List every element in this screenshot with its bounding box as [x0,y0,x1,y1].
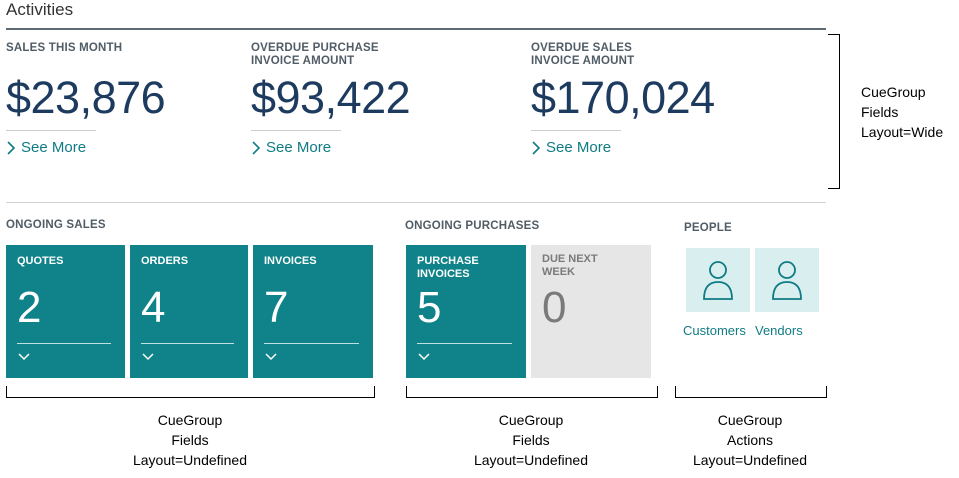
annotation-line: Fields [512,432,550,448]
tile-label: INVOICES [264,255,317,267]
title-divider [6,28,826,30]
tile-invoices[interactable]: INVOICES 7 [253,245,373,378]
tile-label: PURCHASE INVOICES [417,255,479,280]
ongoing-sales-label: ONGOING SALES [6,219,106,231]
people-bracket [675,386,827,398]
cue-label: SALES THIS MONTH [6,42,123,54]
people-label: PEOPLE [684,222,732,234]
purchases-annotation: CueGroup Fields Layout=Undefined [431,410,631,470]
annotation-line: Layout=Undefined [473,452,589,468]
see-more-label: See More [266,139,332,156]
customers-action-tile[interactable] [686,248,750,312]
ongoing-purchases-label: ONGOING PURCHASES [405,220,540,232]
tile-value: 5 [417,283,442,332]
annotation-line: CueGroup [157,412,223,428]
person-icon [772,261,802,300]
annotation-line: Layout=Undefined [692,452,808,468]
cue-label: OVERDUE PURCHASE INVOICE AMOUNT [251,42,379,67]
tile-label: DUE NEXT WEEK [542,253,598,278]
chevron-down-icon[interactable] [418,353,430,361]
see-more-label: See More [21,139,87,156]
annotation-line: Actions [727,432,773,448]
person-icon [703,261,733,300]
see-more-label: See More [546,139,612,156]
page-title: Activities [6,0,74,19]
tile-value: 7 [264,283,289,332]
cue-divider [6,130,96,131]
wide-cue-overdue-sales: OVERDUE SALES INVOICE AMOUNT $170,024 Se… [531,42,811,156]
chevron-right-icon [252,140,261,155]
annotation-line: CueGroup [498,412,564,428]
wide-bracket [828,34,840,189]
see-more-link[interactable]: See More [531,139,811,156]
annotation-line: Layout=Undefined [132,452,248,468]
cue-label: OVERDUE SALES INVOICE AMOUNT [531,42,635,67]
tile-divider [17,343,111,344]
chevron-right-icon [7,140,16,155]
cue-value[interactable]: $93,422 [251,72,511,124]
cue-divider [251,130,341,131]
tile-divider [264,343,359,344]
wide-cue-sales-this-month: SALES THIS MONTH $23,876 See More [6,42,246,156]
customers-link[interactable]: Customers [683,323,746,338]
sales-bracket [6,386,375,398]
vendors-link[interactable]: Vendors [755,323,803,338]
tile-value: 4 [141,283,166,332]
see-more-link[interactable]: See More [6,139,246,156]
annotation-line: CueGroup [861,84,926,100]
tile-value: 0 [542,283,567,332]
chevron-down-icon[interactable] [18,353,30,361]
chevron-down-icon[interactable] [265,353,277,361]
people-annotation: CueGroup Actions Layout=Undefined [650,410,850,470]
see-more-link[interactable]: See More [251,139,511,156]
annotation-line: Layout=Wide [861,124,944,140]
tile-value: 2 [17,283,42,332]
cue-value[interactable]: $170,024 [531,72,811,124]
sales-annotation: CueGroup Fields Layout=Undefined [90,410,290,470]
annotation-line: CueGroup [717,412,783,428]
tile-orders[interactable]: ORDERS 4 [130,245,248,378]
tile-label: QUOTES [17,255,64,267]
tile-quotes[interactable]: QUOTES 2 [6,245,125,378]
tile-divider [141,343,234,344]
tile-due-next-week[interactable]: DUE NEXT WEEK 0 [531,245,651,378]
tile-purchase-invoices[interactable]: PURCHASE INVOICES 5 [406,245,526,378]
annotation-line: Fields [861,104,899,120]
chevron-down-icon[interactable] [142,353,154,361]
purchases-bracket [406,386,658,398]
annotation-line: Fields [171,432,209,448]
cue-value[interactable]: $23,876 [6,72,246,124]
tile-label: ORDERS [141,255,189,267]
tile-divider [417,343,512,344]
chevron-right-icon [532,140,541,155]
wide-cue-overdue-purchase: OVERDUE PURCHASE INVOICE AMOUNT $93,422 … [251,42,511,156]
section-divider [6,202,826,203]
vendors-action-tile[interactable] [755,248,819,312]
wide-annotation: CueGroup Fields Layout=Wide [853,82,944,142]
cue-divider [531,130,621,131]
